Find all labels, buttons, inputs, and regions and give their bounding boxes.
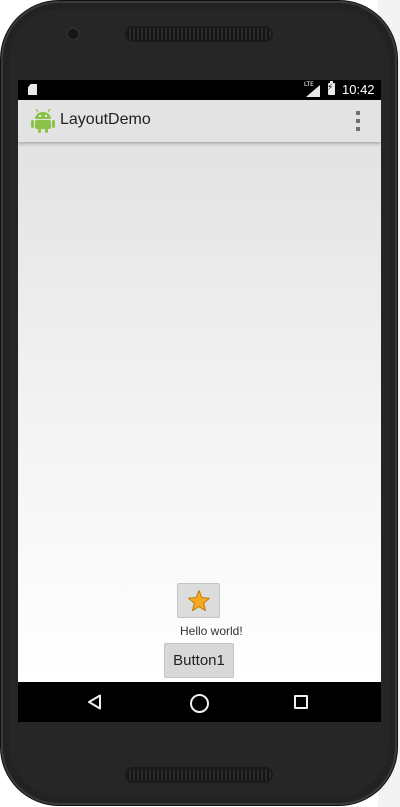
star-image-button[interactable]	[177, 583, 220, 618]
home-icon[interactable]	[190, 694, 209, 713]
network-type: LTE	[304, 81, 314, 88]
device-screen: LTE 10:42 LayoutDemo	[18, 80, 381, 722]
bottom-speaker	[127, 769, 271, 781]
sd-card-icon	[28, 84, 37, 95]
android-icon	[31, 108, 55, 133]
overflow-menu-icon[interactable]	[348, 110, 368, 132]
main-content: Hello world! Button1	[18, 142, 381, 682]
hello-world-text: Hello world!	[180, 624, 243, 638]
action-bar: LayoutDemo	[18, 100, 381, 142]
status-clock: 10:42	[342, 82, 375, 97]
app-title: LayoutDemo	[60, 111, 151, 128]
navigation-bar	[18, 682, 381, 722]
battery-charging-icon	[327, 81, 335, 95]
phone-frame: LTE 10:42 LayoutDemo	[1, 1, 397, 805]
button1[interactable]: Button1	[164, 643, 234, 678]
back-icon[interactable]	[87, 694, 103, 710]
lte-signal-icon: LTE	[304, 81, 320, 97]
recents-icon[interactable]	[294, 695, 308, 709]
status-bar: LTE 10:42	[18, 80, 381, 100]
star-icon	[188, 590, 210, 612]
earpiece-speaker	[127, 28, 271, 40]
front-camera	[68, 29, 78, 39]
